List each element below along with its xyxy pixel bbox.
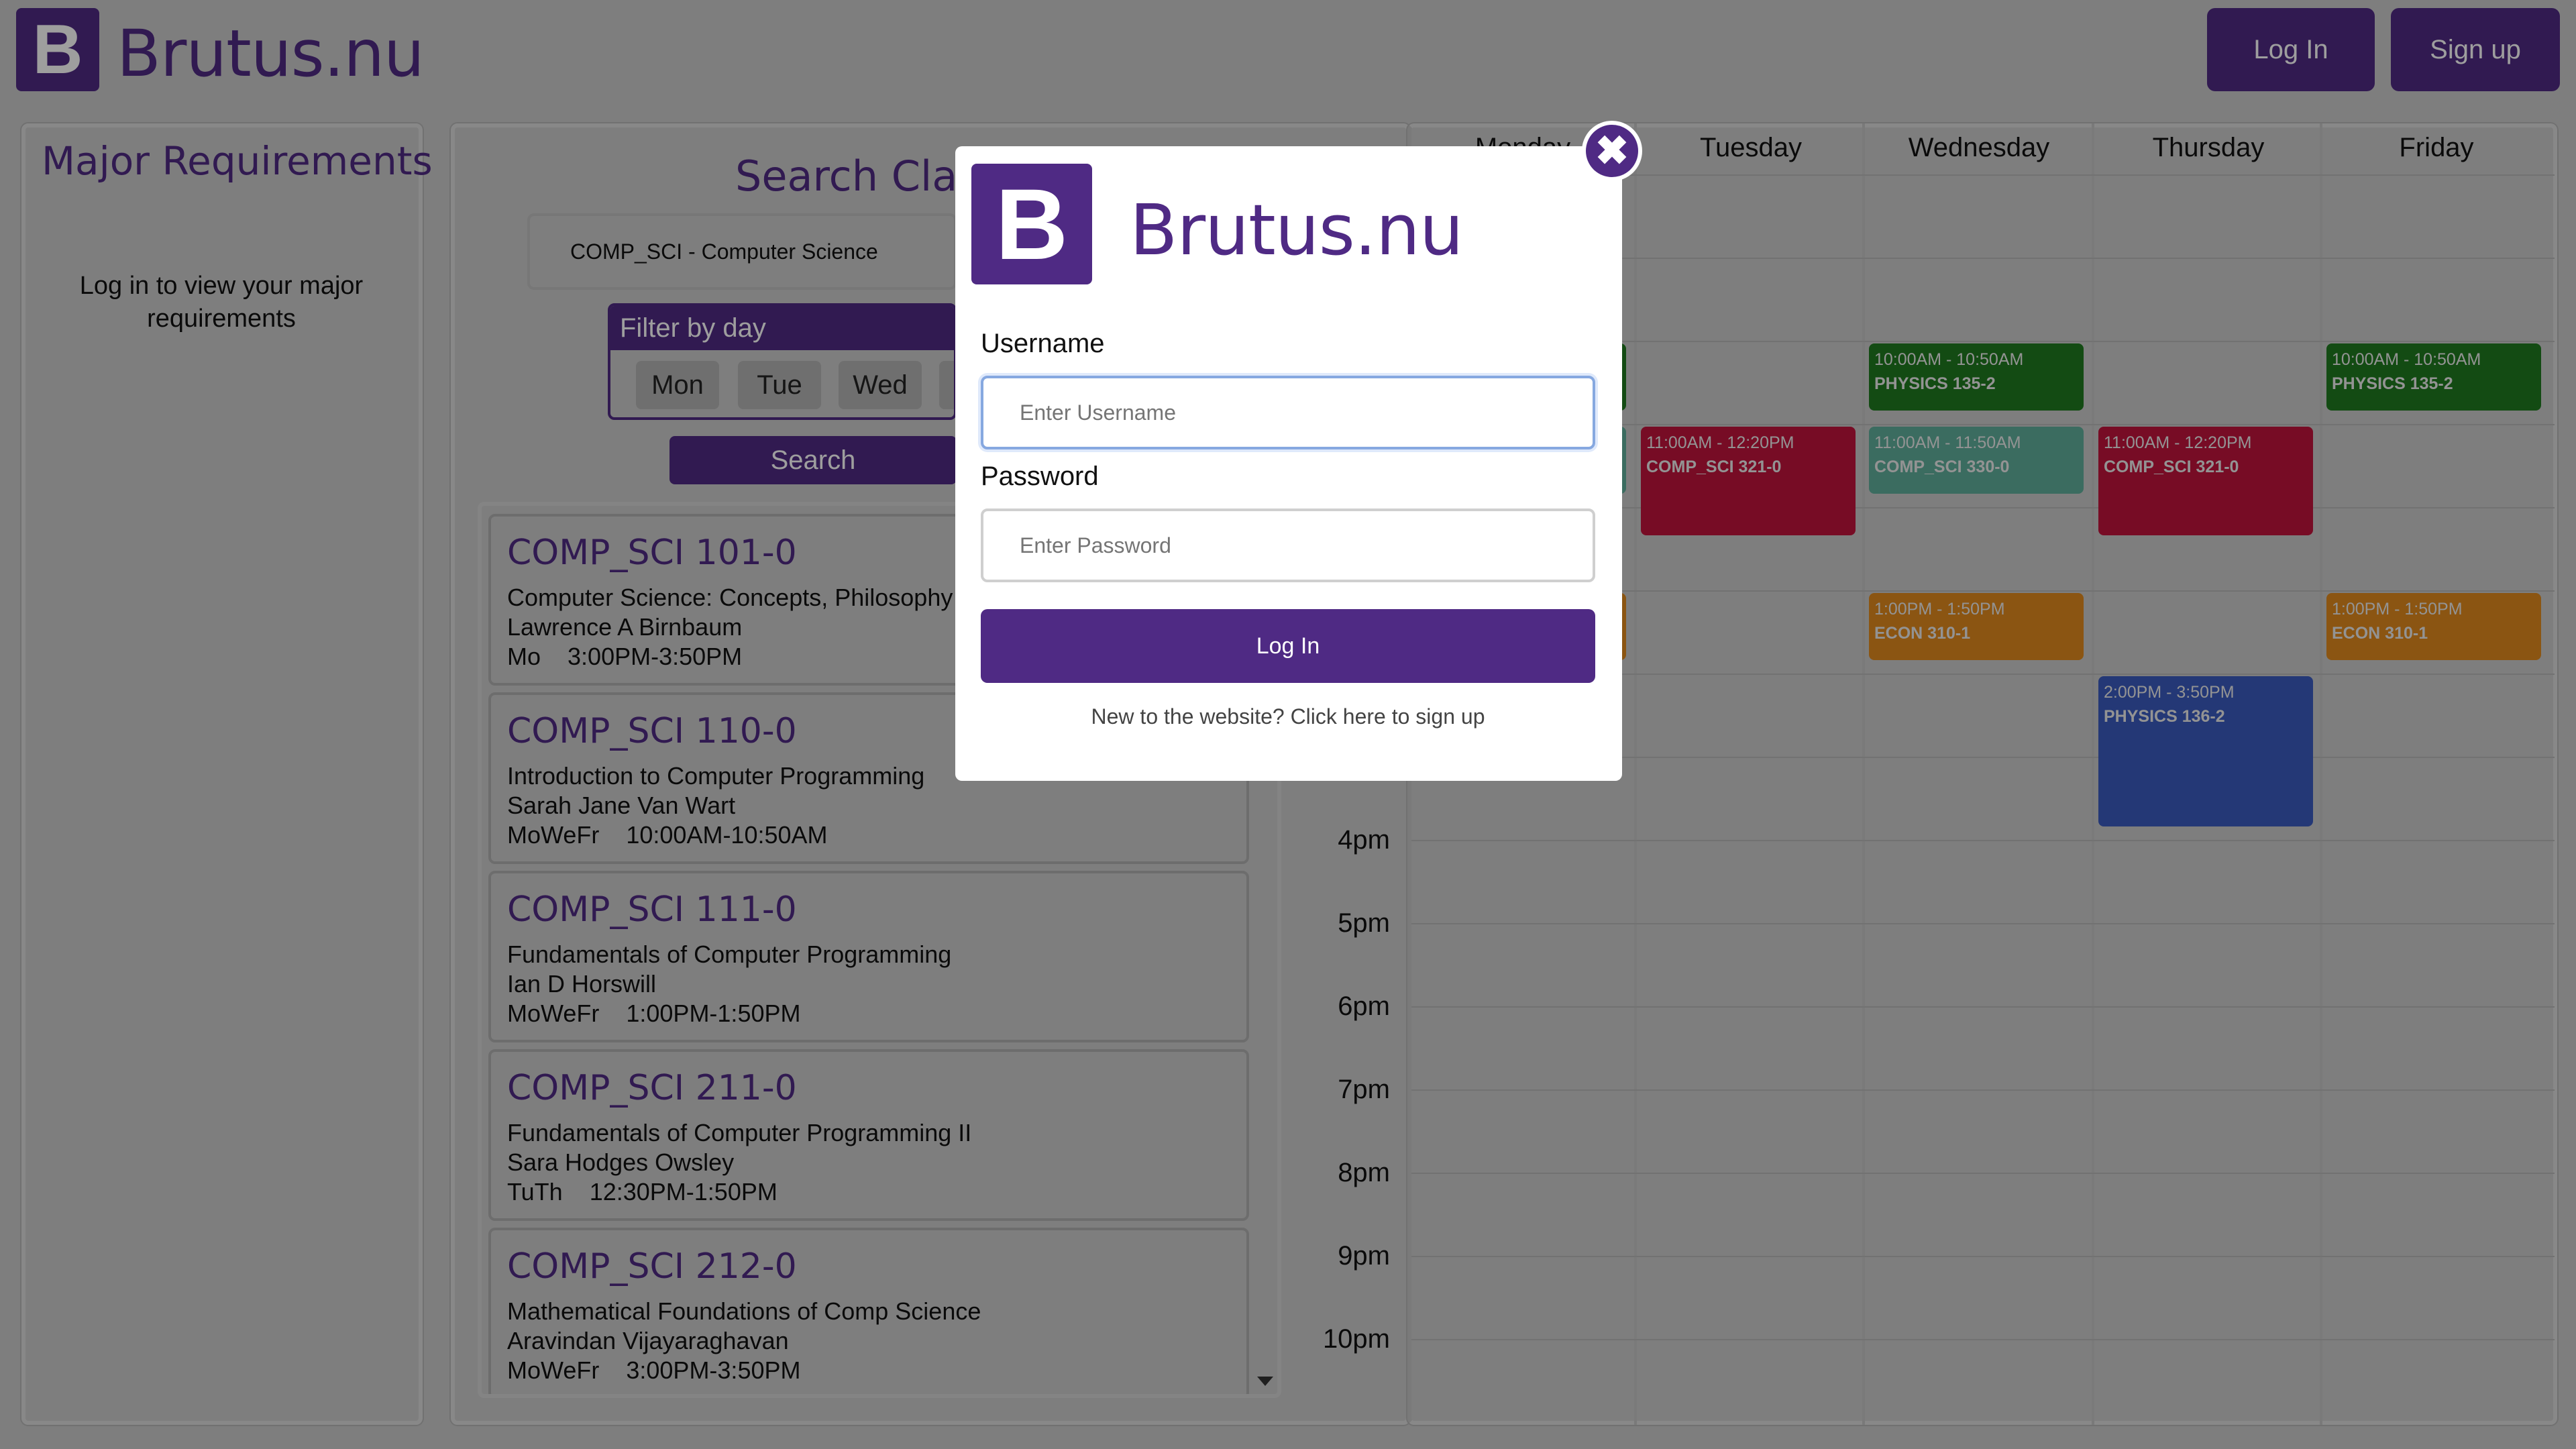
username-label: Username bbox=[981, 329, 1105, 358]
password-label: Password bbox=[981, 462, 1099, 491]
username-input[interactable] bbox=[981, 376, 1595, 449]
modal-login-button[interactable]: Log In bbox=[981, 609, 1595, 683]
close-icon[interactable]: ✖ bbox=[1582, 121, 1642, 181]
modal-logo: B bbox=[971, 164, 1092, 284]
signup-link[interactable]: New to the website? Click here to sign u… bbox=[981, 704, 1595, 729]
password-input[interactable] bbox=[981, 508, 1595, 582]
modal-brand-name: Brutus.nu bbox=[1130, 189, 1464, 271]
